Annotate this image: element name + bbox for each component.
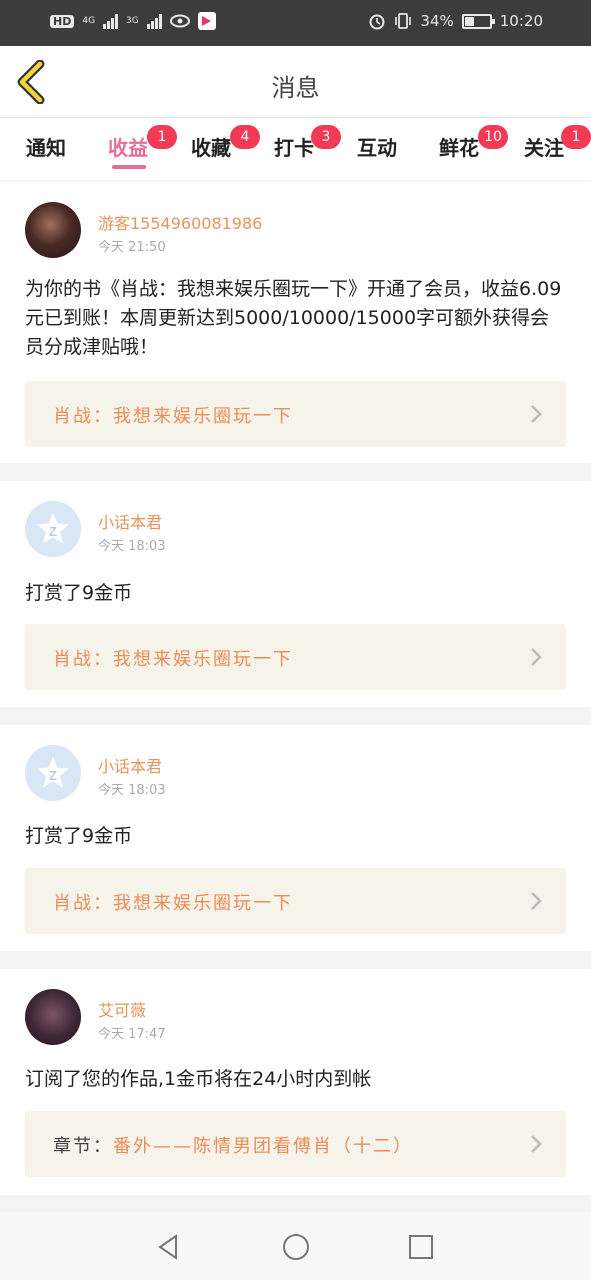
- avatar[interactable]: [25, 989, 81, 1045]
- chevron-right-icon: [531, 648, 542, 666]
- username[interactable]: 小话本君: [98, 753, 162, 777]
- tab-label: 通知: [26, 136, 66, 160]
- book-title-text: 肖战：我想来娱乐圈玩一下: [53, 649, 293, 670]
- tab-flowers[interactable]: 鲜花 10: [439, 125, 508, 161]
- tab-badge: 3: [311, 125, 341, 149]
- app-icon: [197, 12, 216, 30]
- avatar[interactable]: Z: [25, 745, 81, 801]
- username[interactable]: 小话本君: [98, 509, 162, 533]
- tab-interactions[interactable]: 互动: [357, 132, 397, 161]
- book-title: 肖战：我想来娱乐圈玩一下: [53, 645, 293, 671]
- tab-badge: 1: [561, 125, 591, 149]
- message-time: 今天 18:03: [98, 783, 166, 798]
- eye-icon: [169, 14, 190, 28]
- tab-label: 互动: [357, 136, 397, 160]
- svg-text:Z: Z: [49, 524, 57, 539]
- status-left: HD 4G 3G: [50, 12, 216, 30]
- message-card: 艾可薇 今天 17:47 订阅了您的作品,1金币将在24小时内到帐 章节：番外—…: [0, 969, 591, 1195]
- book-title-text: 番外——陈情男团看傅肖（十二）: [113, 1136, 413, 1157]
- book-title: 肖战：我想来娱乐圈玩一下: [53, 402, 293, 428]
- tab-badge: 10: [478, 125, 508, 149]
- book-title-text: 肖战：我想来娱乐圈玩一下: [53, 406, 293, 427]
- signal-type-3g: 3G: [126, 15, 139, 26]
- message-time: 今天 18:03: [98, 539, 166, 554]
- message-text: 打赏了9金币: [25, 582, 133, 604]
- tab-earnings[interactable]: 收益 1: [108, 125, 177, 161]
- page-title: 消息: [271, 74, 320, 102]
- nav-home-icon[interactable]: [281, 1232, 311, 1262]
- active-tab-indicator: [112, 165, 146, 169]
- system-nav-bar: [0, 1212, 591, 1280]
- username[interactable]: 艾可薇: [98, 997, 146, 1021]
- book-link[interactable]: 肖战：我想来娱乐圈玩一下: [25, 868, 566, 934]
- chevron-right-icon: [531, 405, 542, 423]
- message-card: 游客1554960081986 今天 21:50 为你的书《肖战：我想来娱乐圈玩…: [0, 182, 591, 463]
- default-avatar-icon: Z: [37, 757, 69, 788]
- avatar[interactable]: Z: [25, 501, 81, 557]
- tab-favorites[interactable]: 收藏 4: [191, 125, 260, 161]
- header: 消息: [0, 46, 591, 118]
- book-link[interactable]: 肖战：我想来娱乐圈玩一下: [25, 381, 566, 447]
- book-link[interactable]: 肖战：我想来娱乐圈玩一下: [25, 624, 566, 690]
- message-text: 打赏了9金币: [25, 825, 133, 847]
- tab-label: 鲜花: [439, 136, 479, 160]
- message-time: 今天 21:50: [98, 240, 166, 255]
- tab-checkin[interactable]: 打卡 3: [274, 125, 341, 161]
- book-link[interactable]: 章节：番外——陈情男团看傅肖（十二）: [25, 1111, 566, 1177]
- username[interactable]: 游客1554960081986: [98, 210, 262, 234]
- signal-type-4g: 4G: [82, 15, 96, 26]
- default-avatar-icon: Z: [37, 513, 69, 544]
- tab-label: 收益: [108, 136, 148, 160]
- book-title: 肖战：我想来娱乐圈玩一下: [53, 889, 293, 915]
- message-text: 订阅了您的作品,1金币将在24小时内到帐: [25, 1068, 372, 1090]
- book-title-text: 肖战：我想来娱乐圈玩一下: [53, 893, 293, 914]
- book-title: 章节：番外——陈情男团看傅肖（十二）: [53, 1132, 413, 1158]
- message-card: Z 小话本君 今天 18:03 打赏了9金币 肖战：我想来娱乐圈玩一下: [0, 725, 591, 951]
- message-text: 为你的书《肖战：我想来娱乐圈玩一下》开通了会员，收益6.09元已到账！本周更新达…: [25, 278, 562, 358]
- message-time: 今天 17:47: [98, 1027, 166, 1042]
- chevron-right-icon: [531, 892, 542, 910]
- battery-percent: 34%: [420, 12, 454, 30]
- clock: 10:20: [499, 12, 543, 30]
- hd-indicator: HD: [50, 14, 75, 28]
- avatar[interactable]: [25, 202, 81, 258]
- tab-notifications[interactable]: 通知: [26, 132, 66, 161]
- book-prefix: 章节：: [53, 1136, 113, 1157]
- signal-bars-icon: [103, 13, 119, 29]
- signal-bars-icon: [146, 13, 162, 29]
- nav-back-icon[interactable]: [154, 1232, 184, 1262]
- message-card: Z 小话本君 今天 18:03 打赏了9金币 肖战：我想来娱乐圈玩一下: [0, 481, 591, 707]
- nav-recents-icon[interactable]: [406, 1232, 436, 1262]
- tab-badge: 1: [147, 125, 177, 149]
- status-bar: HD 4G 3G 34% 10:20: [0, 0, 591, 46]
- tab-label: 打卡: [274, 136, 314, 160]
- status-right: 34% 10:20: [368, 12, 543, 30]
- svg-text:Z: Z: [49, 768, 57, 783]
- tab-bar: 通知 收益 1 收藏 4 打卡 3 互动 鲜花 10 关注 1: [0, 118, 591, 180]
- tab-label: 收藏: [191, 136, 231, 160]
- battery-icon: [461, 13, 495, 29]
- tab-follows[interactable]: 关注 1: [524, 125, 591, 161]
- tab-label: 关注: [524, 136, 564, 160]
- alarm-icon: [369, 14, 385, 30]
- chevron-right-icon: [531, 1135, 542, 1153]
- tab-badge: 4: [230, 125, 260, 149]
- vibrate-icon: [395, 13, 412, 29]
